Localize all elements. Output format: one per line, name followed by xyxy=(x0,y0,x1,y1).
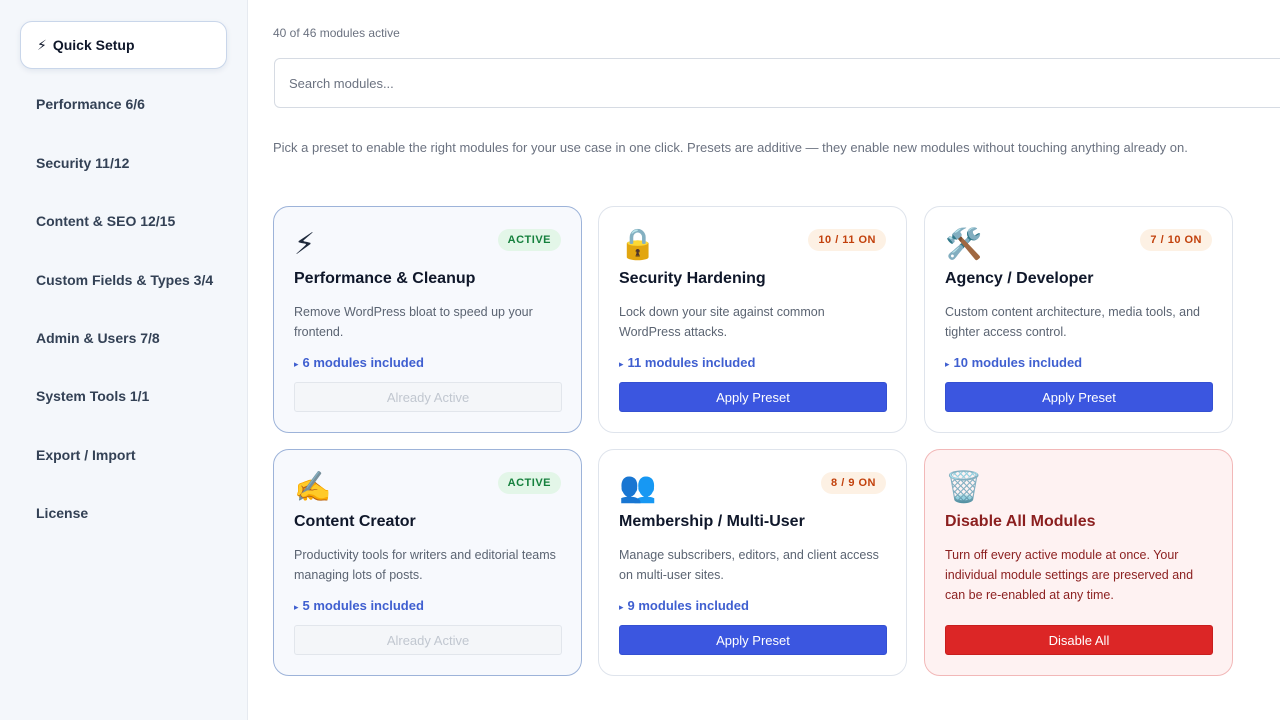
preset-title: Agency / Developer xyxy=(945,270,1094,287)
preset-description: Turn off every active module at once. Yo… xyxy=(945,548,1194,602)
modules-included-label: 6 modules included xyxy=(302,355,424,370)
modules-included-toggle[interactable]: ▸ 11 modules included xyxy=(619,355,755,370)
users-icon: 👥 xyxy=(619,471,657,504)
search-input[interactable] xyxy=(274,58,1280,108)
writing-hand-icon: ✍️ xyxy=(294,471,332,504)
preset-title: Performance & Cleanup xyxy=(294,270,476,287)
modules-included-label: 5 modules included xyxy=(302,598,424,613)
modules-included-toggle[interactable]: ▸ 5 modules included xyxy=(294,598,424,613)
modules-included-label: 10 modules included xyxy=(953,355,1083,370)
triangle-right-icon: ▸ xyxy=(294,602,299,612)
active-module-count: 40 of 46 modules active xyxy=(273,26,400,40)
modules-included-toggle[interactable]: ▸ 6 modules included xyxy=(294,355,424,370)
sidebar-item-label: Performance 6/6 xyxy=(36,96,145,112)
status-badge: ACTIVE xyxy=(497,229,561,251)
already-active-button: Already Active xyxy=(294,625,562,655)
preset-description: Manage subscribers, editors, and client … xyxy=(619,548,879,582)
preset-card-agency: 🛠️ 7 / 10 ON Agency / Developer Custom c… xyxy=(924,206,1233,433)
sidebar-item-system-tools[interactable]: System Tools 1/1 xyxy=(20,372,227,420)
sidebar: ⚡ Quick Setup Performance 6/6 Security 1… xyxy=(0,0,248,720)
sidebar-item-label: Custom Fields & Types 3/4 xyxy=(36,272,214,288)
sidebar-item-label: Content & SEO 12/15 xyxy=(36,213,176,229)
preset-title: Content Creator xyxy=(294,513,416,530)
preset-description: Productivity tools for writers and edito… xyxy=(294,548,556,582)
triangle-right-icon: ▸ xyxy=(294,359,299,369)
modules-included-label: 9 modules included xyxy=(627,598,749,613)
modules-included-toggle[interactable]: ▸ 9 modules included xyxy=(619,598,749,613)
preset-title: Disable All Modules xyxy=(945,513,1096,530)
sidebar-item-label: License xyxy=(36,505,89,521)
lightning-icon: ⚡ xyxy=(37,36,47,53)
preset-title: Membership / Multi-User xyxy=(619,513,805,530)
triangle-right-icon: ▸ xyxy=(619,359,624,369)
preset-card-performance: ⚡ ACTIVE Performance & Cleanup Remove Wo… xyxy=(273,206,582,433)
preset-description: Remove WordPress bloat to speed up your … xyxy=(294,305,533,339)
sidebar-item-label: System Tools 1/1 xyxy=(36,388,150,404)
lock-icon: 🔒 xyxy=(619,228,657,261)
sidebar-item-label: Quick Setup xyxy=(52,37,135,53)
sidebar-item-label: Export / Import xyxy=(36,447,136,463)
status-badge: 10 / 11 ON xyxy=(808,229,886,251)
triangle-right-icon: ▸ xyxy=(945,359,950,369)
disable-all-button[interactable]: Disable All xyxy=(945,625,1213,655)
apply-preset-button[interactable]: Apply Preset xyxy=(619,382,887,412)
lightning-icon: ⚡ xyxy=(294,228,316,261)
modules-included-toggle[interactable]: ▸ 10 modules included xyxy=(945,355,1082,370)
preset-description: Lock down your site against common WordP… xyxy=(619,305,825,339)
triangle-right-icon: ▸ xyxy=(619,602,624,612)
sidebar-item-export-import[interactable]: Export / Import xyxy=(20,431,227,479)
sidebar-item-performance[interactable]: Performance 6/6 xyxy=(20,80,227,128)
apply-preset-button[interactable]: Apply Preset xyxy=(619,625,887,655)
status-badge: 7 / 10 ON xyxy=(1140,229,1212,251)
sidebar-item-label: Admin & Users 7/8 xyxy=(36,330,160,346)
preset-card-content-creator: ✍️ ACTIVE Content Creator Productivity t… xyxy=(273,449,582,676)
preset-description: Custom content architecture, media tools… xyxy=(945,305,1200,339)
preset-card-disable-all: 🗑️ Disable All Modules Turn off every ac… xyxy=(924,449,1233,676)
preset-title: Security Hardening xyxy=(619,270,766,287)
apply-preset-button[interactable]: Apply Preset xyxy=(945,382,1213,412)
sidebar-item-label: Security 11/12 xyxy=(36,155,130,171)
tools-icon: 🛠️ xyxy=(945,228,983,261)
already-active-button: Already Active xyxy=(294,382,562,412)
sidebar-item-content-seo[interactable]: Content & SEO 12/15 xyxy=(20,197,227,245)
sidebar-item-quick-setup[interactable]: ⚡ Quick Setup xyxy=(20,21,227,69)
status-badge: 8 / 9 ON xyxy=(821,472,886,494)
sidebar-item-security[interactable]: Security 11/12 xyxy=(20,139,227,187)
sidebar-item-custom-fields[interactable]: Custom Fields & Types 3/4 xyxy=(20,256,227,304)
status-badge: ACTIVE xyxy=(497,472,561,494)
sidebar-item-admin-users[interactable]: Admin & Users 7/8 xyxy=(20,314,227,362)
preset-card-security: 🔒 10 / 11 ON Security Hardening Lock dow… xyxy=(598,206,907,433)
preset-card-membership: 👥 8 / 9 ON Membership / Multi-User Manag… xyxy=(598,449,907,676)
modules-included-label: 11 modules included xyxy=(627,355,756,370)
main-content: 40 of 46 modules active Pick a preset to… xyxy=(249,0,1280,720)
trash-icon: 🗑️ xyxy=(945,471,983,504)
intro-text: Pick a preset to enable the right module… xyxy=(273,140,1188,155)
sidebar-item-license[interactable]: License xyxy=(20,489,227,537)
